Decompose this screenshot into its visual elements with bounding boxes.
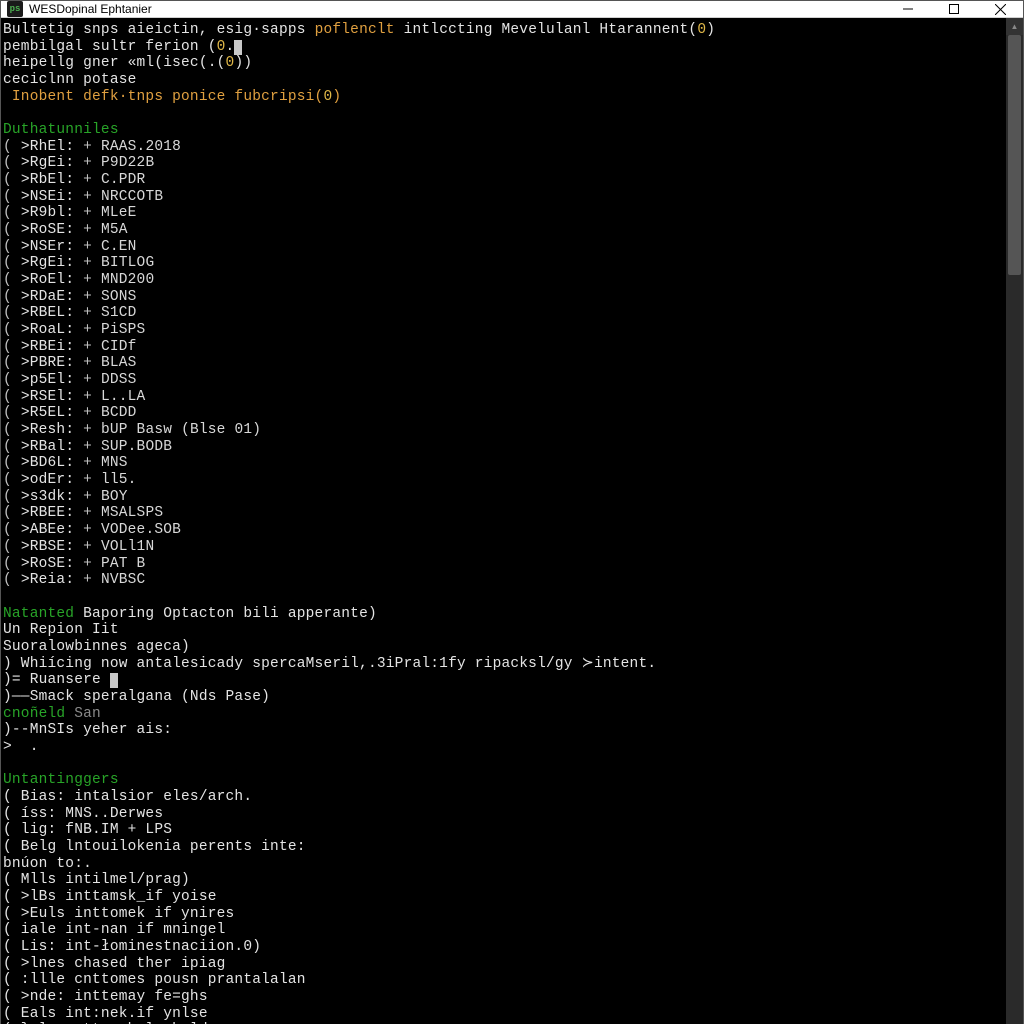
list-item: ( íss: MNS..Derwes <box>3 806 1000 823</box>
list-item: ( iale int-nan if mningel <box>3 922 1000 939</box>
list-item: ( >RgEi: + P9D22B <box>3 155 1000 172</box>
list-item: ( >RSEl: + L..LA <box>3 389 1000 406</box>
list-item: ( >RBEi: + CIDf <box>3 339 1000 356</box>
list-item: ( Lis: int-łominestnaciion.0) <box>3 939 1000 956</box>
app-icon: ps <box>7 1 23 17</box>
scroll-thumb[interactable] <box>1008 35 1021 275</box>
minimize-icon <box>903 4 913 14</box>
list-item: bnúon to:. <box>3 856 1000 873</box>
window-buttons <box>885 1 1023 17</box>
list-item: ( >RoEl: + MND200 <box>3 272 1000 289</box>
list-item: ( >s3dk: + BOY <box>3 489 1000 506</box>
list-item: ( Bias: intalsior eles/arch. <box>3 789 1000 806</box>
list-item: ( >RoSE: + PAT B <box>3 556 1000 573</box>
list-item: ( >R5EL: + BCDD <box>3 405 1000 422</box>
list-item: ( >ABEe: + VODee.SOB <box>3 522 1000 539</box>
list-item: ( >RDaE: + SONS <box>3 289 1000 306</box>
scroll-up-button[interactable]: ▲ <box>1006 18 1023 35</box>
list-item: ( >PBRE: + BLAS <box>3 355 1000 372</box>
list-item: ( Eals int:nek.if ynlse <box>3 1006 1000 1023</box>
app-window: ps WESDopinal Ephtanier Bultetig snps ai… <box>0 0 1024 1024</box>
list-item: ( >Resh: + bUP Basw (Blse 01) <box>3 422 1000 439</box>
minimize-button[interactable] <box>885 1 931 17</box>
list-item: ( Belg lntouilokenia perents inte: <box>3 839 1000 856</box>
maximize-button[interactable] <box>931 1 977 17</box>
cursor-icon <box>234 40 242 55</box>
list-item: ( >NSEi: + NRCCOTB <box>3 189 1000 206</box>
list-item: ( >nde: inttemay fe=ghs <box>3 989 1000 1006</box>
close-icon <box>995 4 1006 15</box>
titlebar: ps WESDopinal Ephtanier <box>1 1 1023 18</box>
terminal-output[interactable]: Bultetig snps aieictin, esig·sapps pofle… <box>1 18 1006 1024</box>
list-item: ( >RhEl: + RAAS.2018 <box>3 139 1000 156</box>
list-item: ( >NSEr: + C.EN <box>3 239 1000 256</box>
list-item: ( >RgEi: + BITLOG <box>3 255 1000 272</box>
list-item: ( >RBSE: + VOLl1N <box>3 539 1000 556</box>
section-heading: Untantinggers <box>3 772 1000 789</box>
close-button[interactable] <box>977 1 1023 17</box>
window-title: WESDopinal Ephtanier <box>29 2 885 16</box>
list-item: ( Mlls intilmel/prag) <box>3 872 1000 889</box>
list-item: ( >p5El: + DDSS <box>3 372 1000 389</box>
list-item: ( :llle cnttomes pousn prantalalan <box>3 972 1000 989</box>
vertical-scrollbar[interactable]: ▲ ▼ <box>1006 18 1023 1024</box>
list-item: ( >lnes chased ther ipiag <box>3 956 1000 973</box>
list-item: ( >RBEL: + S1CD <box>3 305 1000 322</box>
list-item: ( lig: fNB.IM + LPS <box>3 822 1000 839</box>
list-item: ( >RbEl: + C.PDR <box>3 172 1000 189</box>
list-item: ( >lBs inttamsk_if yoise <box>3 889 1000 906</box>
maximize-icon <box>949 4 959 14</box>
list-item: ( >RBal: + SUP.BODB <box>3 439 1000 456</box>
list-item: ( >R9bl: + MLeE <box>3 205 1000 222</box>
list-item: ( >Euls inttomek if ynires <box>3 906 1000 923</box>
cursor-icon <box>110 673 118 688</box>
section-heading: Duthatunniles <box>3 122 1000 139</box>
list-item: ( >RoaL: + PiSPS <box>3 322 1000 339</box>
list-item: ( >RBEE: + MSALSPS <box>3 505 1000 522</box>
list-item: ( >RoSE: + M5A <box>3 222 1000 239</box>
list-item: ( >odEr: + ll5. <box>3 472 1000 489</box>
list-item: ( >Reia: + NVBSC <box>3 572 1000 589</box>
terminal-area: Bultetig snps aieictin, esig·sapps pofle… <box>1 18 1023 1024</box>
list-item: ( >BD6L: + MNS <box>3 455 1000 472</box>
